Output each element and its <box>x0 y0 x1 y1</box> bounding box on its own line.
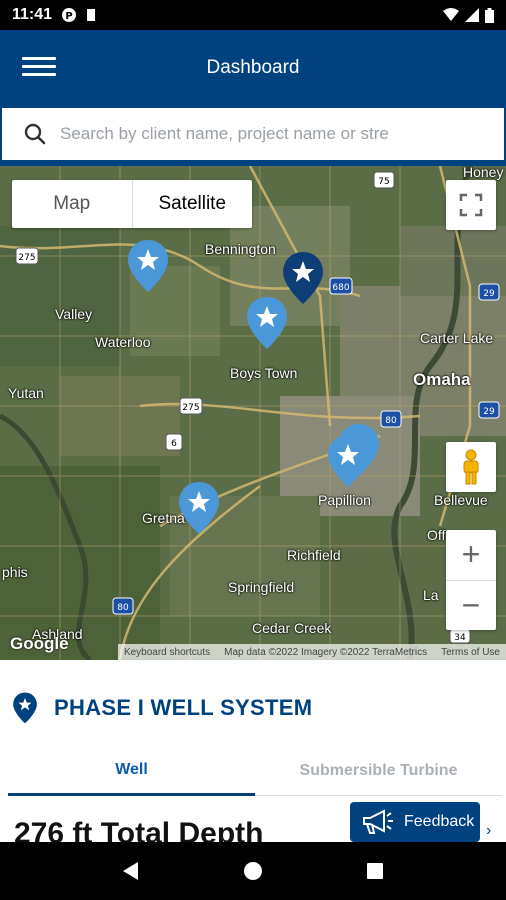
map-label-cedar-creek: Cedar Creek <box>252 620 332 636</box>
sd-card-icon <box>87 9 96 21</box>
zoom-out-button[interactable]: − <box>446 581 496 631</box>
map-label-honey: Honey <box>463 166 504 180</box>
fullscreen-button[interactable] <box>446 180 496 230</box>
tab-well[interactable]: Well <box>8 746 255 796</box>
map-label-offutt: Off <box>427 527 446 543</box>
map-data-text: Map data ©2022 Imagery ©2022 TerraMetric… <box>224 646 428 658</box>
chevron-right-icon: › <box>486 822 492 839</box>
map-pin-star[interactable] <box>126 238 170 294</box>
fullscreen-icon <box>459 193 483 217</box>
map-label-la: La <box>423 587 439 603</box>
notification-icon: P <box>62 8 77 22</box>
map-label-richfield: Richfield <box>287 547 341 563</box>
map-label-waterloo: Waterloo <box>95 334 151 350</box>
search-icon <box>24 123 46 145</box>
map-label-carter-lake: Carter Lake <box>420 330 494 346</box>
terms-link[interactable]: Terms of Use <box>441 647 500 658</box>
map-label-bennington: Bennington <box>205 241 276 257</box>
back-button[interactable] <box>111 851 151 891</box>
map-label-boys-town: Boys Town <box>230 365 298 381</box>
map-attribution: Keyboard shortcuts Map data ©2022 Imager… <box>117 644 506 660</box>
search-input[interactable] <box>60 124 480 144</box>
project-pin-icon <box>13 692 37 724</box>
map-type-map-option[interactable]: Map <box>12 180 133 228</box>
home-button[interactable] <box>233 851 273 891</box>
app-bar: Dashboard <box>0 30 506 106</box>
keyboard-shortcuts-link[interactable]: Keyboard shortcuts <box>124 647 210 658</box>
home-circle-icon <box>244 862 262 880</box>
battery-icon <box>485 7 494 23</box>
back-triangle-icon <box>123 862 138 880</box>
tab-submersible-turbine[interactable]: Submersible Turbine <box>255 746 502 796</box>
hamburger-icon-line <box>22 73 56 76</box>
map-type-satellite-option[interactable]: Satellite <box>133 180 253 228</box>
map-label-yutan: Yutan <box>8 385 44 401</box>
feedback-label: Feedback <box>404 813 475 830</box>
zoom-controls: + − <box>446 530 496 630</box>
map-label-valley: Valley <box>55 306 93 322</box>
menu-button[interactable] <box>22 52 56 82</box>
recents-button[interactable] <box>355 851 395 891</box>
signal-icon <box>465 8 479 22</box>
status-icons <box>443 7 494 23</box>
zoom-in-button[interactable]: + <box>446 530 496 581</box>
status-time: 11:41 <box>12 6 53 23</box>
feedback-button[interactable]: Feedback <box>350 802 480 842</box>
wifi-icon <box>443 8 459 21</box>
map-label-omaha: Omaha <box>413 370 471 389</box>
map-label-bellevue: Bellevue <box>434 492 488 508</box>
google-logo: Google <box>10 634 69 653</box>
map-pin-star[interactable] <box>245 295 289 351</box>
detail-tabs: Well Submersible Turbine <box>8 746 502 796</box>
system-nav-bar <box>0 842 506 900</box>
search-bar <box>0 106 506 166</box>
map-label-papillion: Papillion <box>318 492 371 508</box>
street-view-button[interactable] <box>446 442 496 492</box>
map-view[interactable]: Bennington Valley Waterloo Boys Town Oma… <box>0 166 506 660</box>
total-depth-text: 276 ft Total Depth <box>14 817 264 844</box>
project-title: PHASE I WELL SYSTEM <box>54 695 313 720</box>
map-pin-star[interactable] <box>177 480 221 536</box>
hamburger-icon-line <box>22 57 56 60</box>
recents-square-icon <box>367 863 383 879</box>
map-label-partial: phis <box>2 564 28 580</box>
map-label-springfield: Springfield <box>228 579 295 595</box>
search-box <box>2 108 504 160</box>
megaphone-icon <box>363 809 393 834</box>
status-bar: 11:41 P <box>0 0 506 30</box>
hamburger-icon-line <box>22 65 56 68</box>
page-title: Dashboard <box>206 57 300 78</box>
pegman-icon <box>463 449 479 485</box>
map-type-toggle: Map Satellite <box>12 180 252 228</box>
project-header: PHASE I WELL SYSTEM <box>0 686 506 730</box>
map-pin-star[interactable] <box>326 433 370 489</box>
svg-text:P: P <box>65 11 72 22</box>
